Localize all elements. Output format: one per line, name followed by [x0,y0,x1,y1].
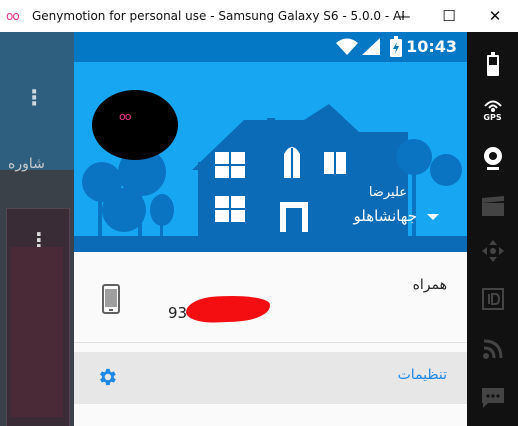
device-id-tool[interactable] [467,284,518,314]
dpad-icon [481,240,504,262]
emulator-screen: · · · شاوره · · · 10:43 oo علیرضا جهانشا… [0,32,467,426]
phone-number: 93 [168,304,188,322]
background-card: · · · [6,208,70,426]
settings-item[interactable]: تنظیمات [74,352,467,404]
camera-tool[interactable] [467,142,518,176]
genymotion-toolbar: GPS [467,32,518,426]
rss-icon [482,339,502,359]
background-card-image [11,247,63,417]
close-button[interactable]: ✕ [472,0,518,32]
gps-label: GPS [483,113,502,122]
capture-tool[interactable] [467,192,518,220]
battery-icon [390,36,402,57]
background-app-text: شاوره [8,156,45,172]
avatar-mark: oo [119,110,132,123]
overflow-menu-icon: · · · [30,80,39,117]
maximize-button[interactable]: ☐ [426,0,472,32]
redaction-mark [185,294,271,324]
webcam-icon [483,147,502,170]
drawer-header[interactable]: oo علیرضا جهانشاهلو [74,62,467,252]
navigation-drawer: 10:43 oo علیرضا جهانشاهلو همراه 93 تنظیم… [74,32,467,426]
network-tool[interactable] [467,334,518,364]
status-bar: 10:43 [74,32,467,62]
clapperboard-icon [481,196,504,216]
message-icon [481,388,504,408]
wifi-icon [336,38,358,55]
account-dropdown-icon[interactable] [427,214,439,220]
user-avatar[interactable]: oo [92,90,178,160]
smartphone-icon [102,284,120,314]
battery-tool-icon [486,52,499,76]
genymotion-logo-icon: oo [6,9,20,23]
window-title: Genymotion for personal use - Samsung Ga… [32,9,404,23]
signal-icon [362,38,380,55]
window-controls: — ☐ ✕ [380,0,518,32]
status-time: 10:43 [406,37,457,56]
contact-label: همراه [412,277,447,293]
divider [74,342,467,343]
dpad-tool[interactable] [467,236,518,266]
window-titlebar: oo Genymotion for personal use - Samsung… [0,0,518,33]
user-last-name: جهانشاهلو [353,207,417,225]
contact-item[interactable]: همراه 93 [74,252,467,342]
background-app: · · · شاوره · · · [0,32,74,426]
gps-signal-icon [483,100,502,112]
gps-tool[interactable]: GPS [467,94,518,126]
gear-icon [100,368,116,386]
user-first-name: علیرضا [368,185,407,200]
settings-label: تنظیمات [397,367,447,383]
battery-tool[interactable] [467,50,518,78]
id-icon [481,288,504,310]
sms-tool[interactable] [467,382,518,414]
minimize-button[interactable]: — [380,0,426,32]
